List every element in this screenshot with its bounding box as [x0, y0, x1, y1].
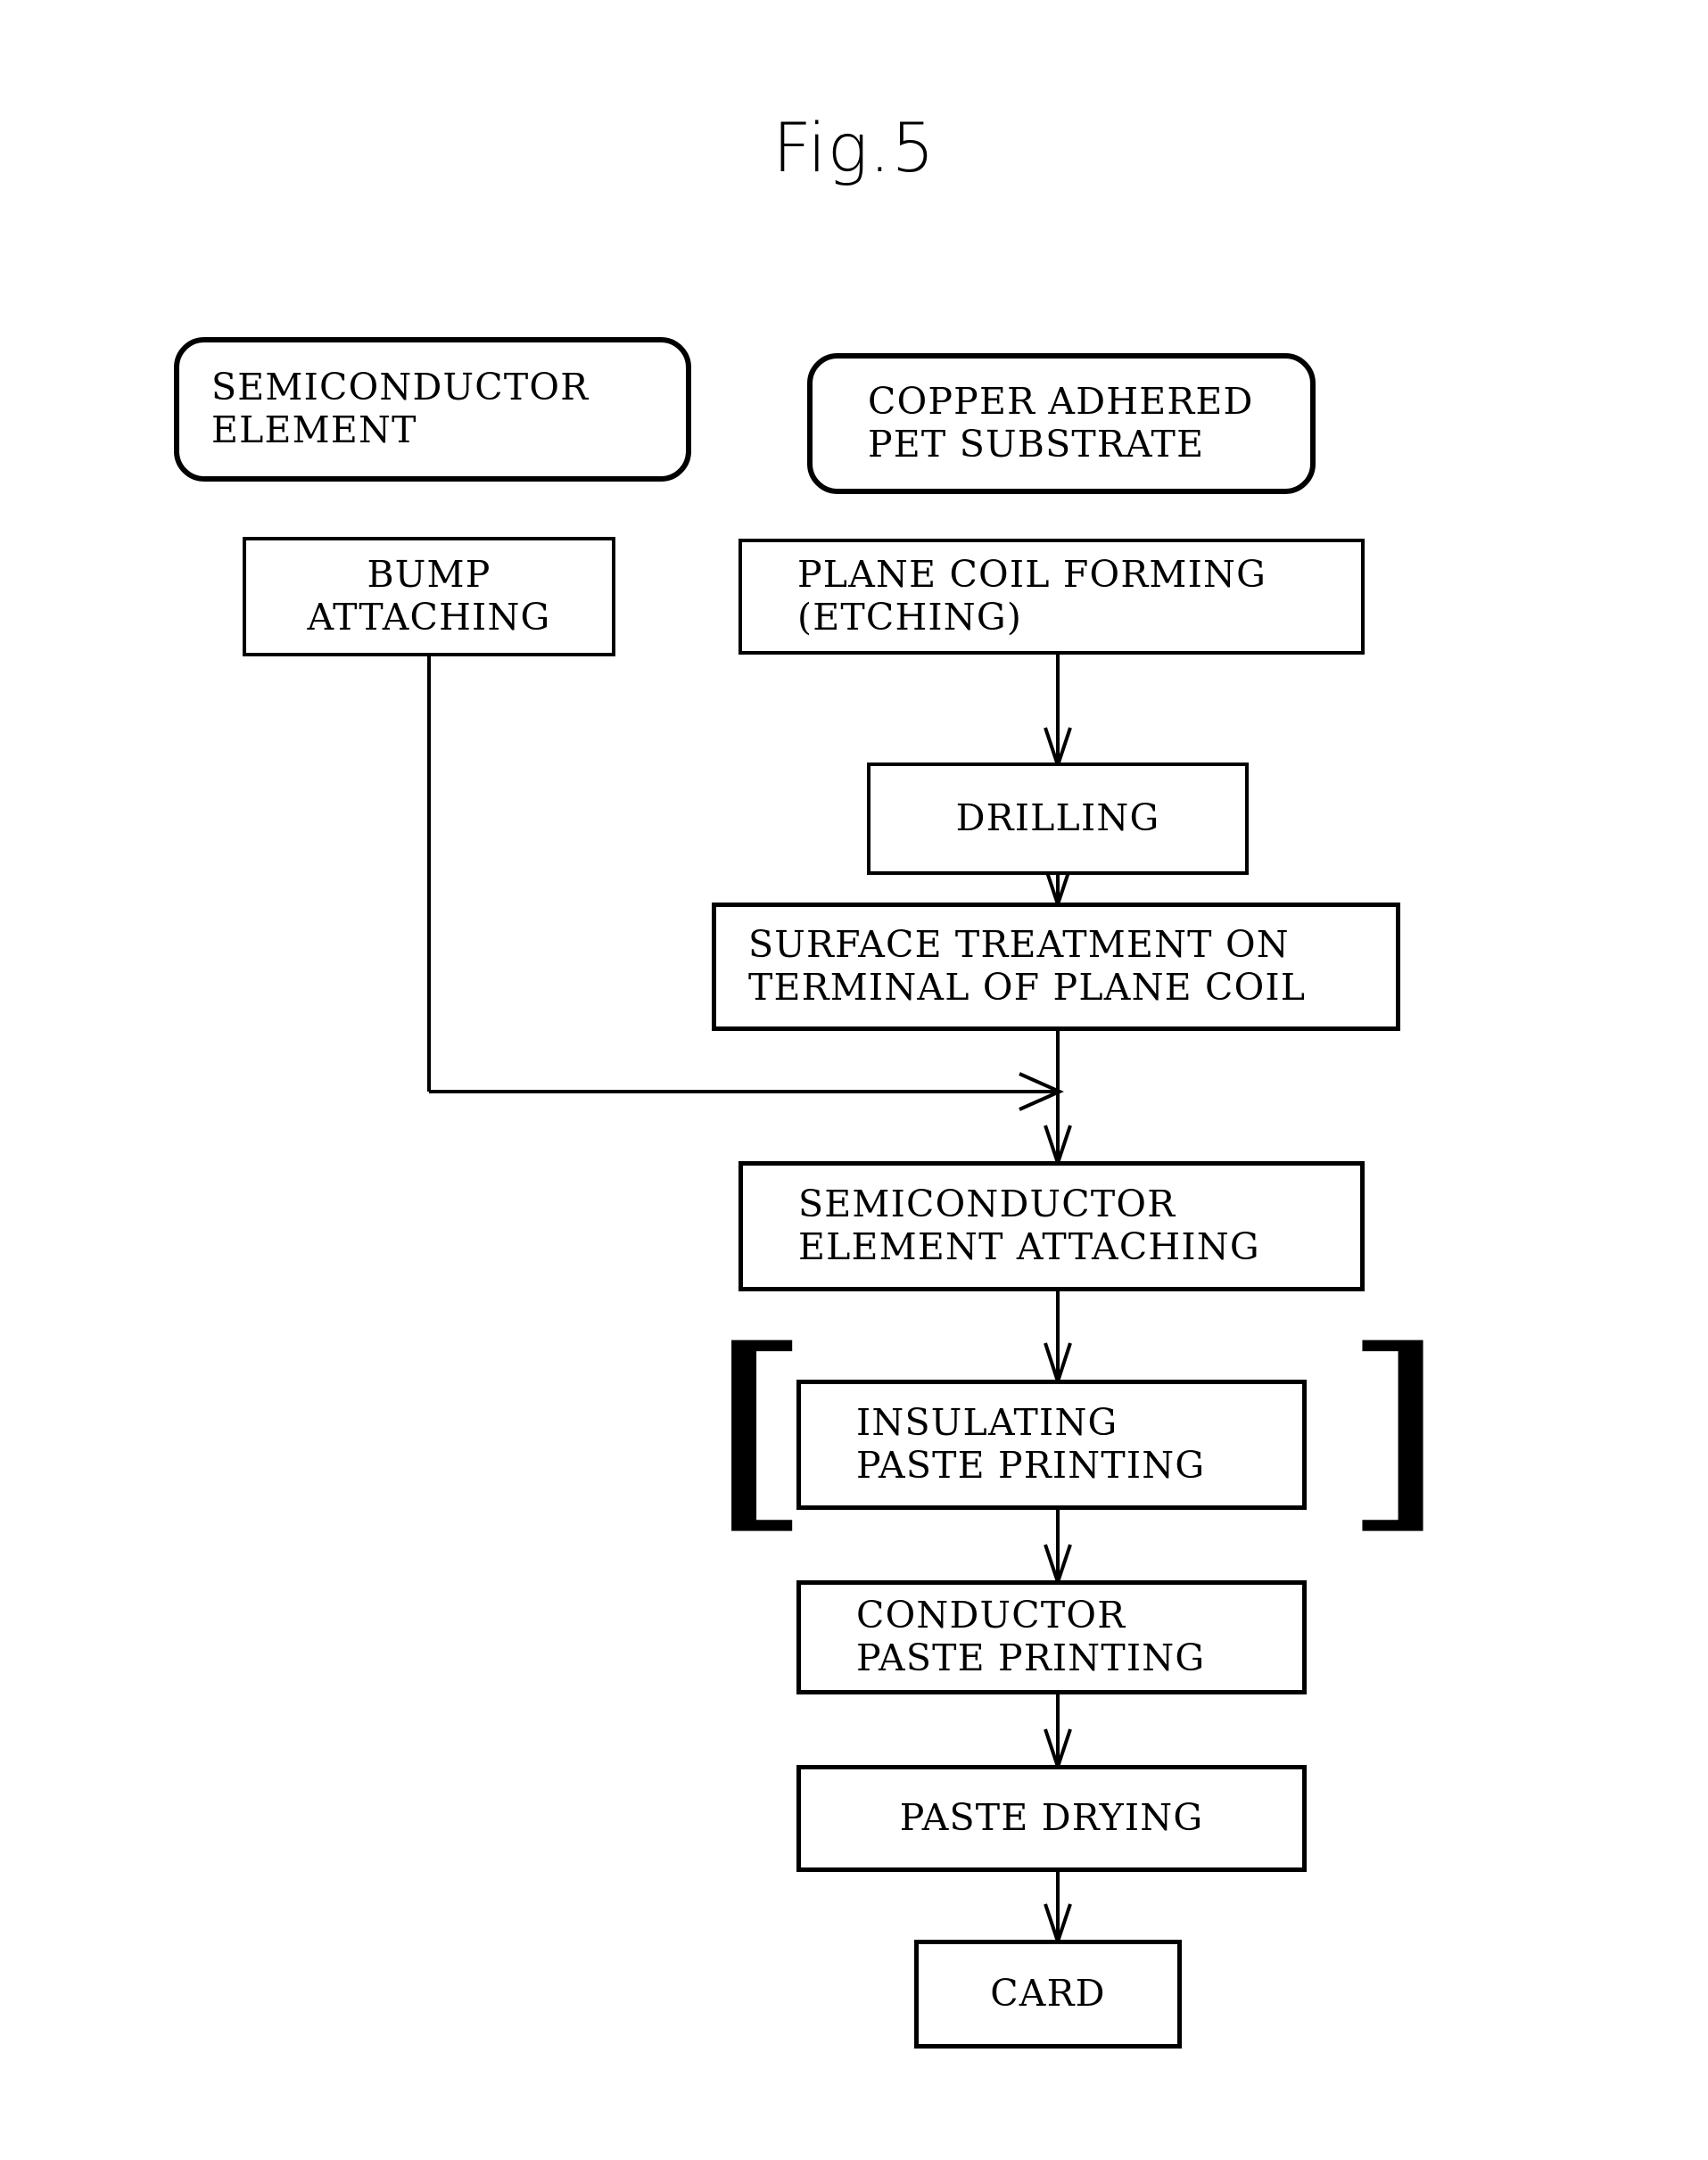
- node-line: TERMINAL OF PLANE COIL: [748, 966, 1307, 1009]
- node-semiconductor-element-attaching: SEMICONDUCTOR ELEMENT ATTACHING: [738, 1161, 1365, 1291]
- node-conductor-paste-printing: CONDUCTOR PASTE PRINTING: [796, 1580, 1307, 1694]
- node-line: PASTE DRYING: [899, 1796, 1204, 1840]
- node-line: PASTE PRINTING: [856, 1444, 1206, 1487]
- node-copper-adhered-pet-substrate: COPPER ADHERED PET SUBSTRATE: [807, 353, 1316, 494]
- node-bump-attaching: BUMP ATTACHING: [243, 537, 615, 656]
- node-line: ATTACHING: [307, 596, 551, 639]
- node-insulating-paste-printing: INSULATING PASTE PRINTING: [796, 1380, 1307, 1510]
- node-drilling: DRILLING: [867, 763, 1249, 875]
- node-line: BUMP: [367, 553, 491, 597]
- node-paste-drying: PASTE DRYING: [796, 1765, 1307, 1872]
- node-line: PLANE COIL FORMING: [797, 553, 1267, 597]
- node-line: CARD: [990, 1972, 1106, 2016]
- node-plane-coil-forming: PLANE COIL FORMING (ETCHING): [738, 539, 1365, 655]
- node-card: CARD: [914, 1940, 1182, 2049]
- node-line: ELEMENT ATTACHING: [798, 1225, 1260, 1268]
- node-line: SURFACE TREATMENT ON: [748, 923, 1290, 967]
- figure-root: Fig.5 SEMICONDUCTOR ELEMENT COPPER ADHER…: [0, 0, 1708, 2160]
- node-line: CONDUCTOR: [856, 1594, 1126, 1637]
- node-surface-treatment: SURFACE TREATMENT ON TERMINAL OF PLANE C…: [712, 903, 1400, 1031]
- node-line: COPPER ADHERED: [868, 380, 1254, 424]
- node-line: SEMICONDUCTOR: [798, 1183, 1176, 1226]
- node-line: ELEMENT: [211, 408, 417, 451]
- node-semiconductor-element: SEMICONDUCTOR ELEMENT: [174, 337, 691, 482]
- node-line: PET SUBSTRATE: [868, 423, 1205, 466]
- node-line: PASTE PRINTING: [856, 1636, 1206, 1679]
- node-line: INSULATING: [856, 1401, 1118, 1445]
- node-line: SEMICONDUCTOR: [211, 366, 590, 409]
- node-line: DRILLING: [955, 796, 1160, 840]
- node-line: (ETCHING): [797, 596, 1023, 639]
